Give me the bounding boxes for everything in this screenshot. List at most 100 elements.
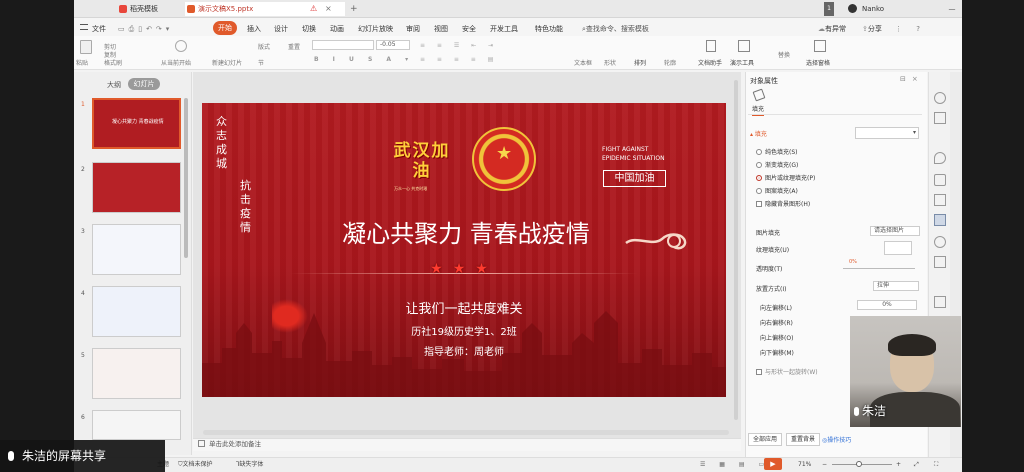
doc-protect-status[interactable]: ⛉文档未保护 bbox=[178, 460, 213, 469]
close-tab-icon[interactable]: × bbox=[325, 2, 332, 16]
canvas-vertical-scrollbar[interactable] bbox=[734, 80, 738, 420]
quick-access-icons[interactable]: ▭⎙▯↶↷▾ bbox=[118, 24, 173, 34]
arrange-button[interactable]: 排列 bbox=[634, 58, 646, 67]
font-size-field[interactable]: -0.05 bbox=[376, 40, 410, 50]
user-name[interactable]: Nanko bbox=[862, 2, 892, 16]
reset-button[interactable]: 重置 bbox=[288, 42, 300, 51]
apply-all-button[interactable]: 全部应用 bbox=[748, 433, 782, 446]
menu-insert[interactable]: 插入 bbox=[247, 24, 261, 34]
font-name-select[interactable] bbox=[312, 40, 374, 50]
zoom-slider[interactable] bbox=[832, 464, 892, 465]
outline-tab[interactable]: 大纲 bbox=[107, 80, 121, 90]
animation-icon[interactable] bbox=[934, 236, 946, 248]
notes-bar[interactable] bbox=[193, 438, 741, 451]
tab-template[interactable]: 稻壳模板 bbox=[118, 2, 178, 16]
offset-left-field[interactable]: 0% bbox=[857, 300, 917, 310]
section-button[interactable]: 节 bbox=[258, 58, 264, 67]
menu-view[interactable]: 视图 bbox=[434, 24, 448, 34]
fill-option-gradient[interactable]: 渐变填充(G) bbox=[756, 160, 798, 169]
fullscreen-button[interactable]: ⛶ bbox=[934, 460, 938, 469]
menu-security[interactable]: 安全 bbox=[462, 24, 476, 34]
menu-special[interactable]: 特色功能 bbox=[535, 24, 563, 34]
slide-thumbnail[interactable] bbox=[92, 410, 181, 440]
fill-option-pattern[interactable]: 图案填充(A) bbox=[756, 186, 798, 195]
zoom-minus-button[interactable]: − bbox=[822, 460, 827, 469]
doc-helper-icon[interactable] bbox=[706, 40, 716, 52]
menu-file[interactable]: 文件 bbox=[92, 24, 106, 34]
layout-button[interactable]: 版式 bbox=[258, 42, 270, 51]
slide-thumbnail[interactable] bbox=[92, 162, 181, 213]
fill-icon[interactable] bbox=[934, 174, 946, 186]
search-box[interactable]: ⌕查找命令、搜索模板 bbox=[582, 24, 649, 34]
fill-section-header[interactable]: ▴ 填充 bbox=[750, 129, 767, 138]
picture-fill-select[interactable]: 请选择图片 bbox=[870, 226, 920, 236]
menu-review[interactable]: 审阅 bbox=[406, 24, 420, 34]
outline-button[interactable]: 轮廓 bbox=[664, 58, 676, 67]
missing-font-status[interactable]: Ꞁ缺失字体 bbox=[236, 460, 263, 469]
menu-animation[interactable]: 动画 bbox=[330, 24, 344, 34]
minimize-button[interactable]: — bbox=[946, 2, 958, 16]
zoom-slider-thumb[interactable] bbox=[856, 461, 862, 467]
tab-document[interactable]: 演示文稿X5.pptx ⚠ × bbox=[185, 2, 345, 16]
replace-button[interactable]: 替换 bbox=[778, 50, 790, 59]
avatar-icon[interactable] bbox=[848, 4, 857, 13]
picture-icon[interactable] bbox=[934, 296, 946, 308]
copy-icon[interactable] bbox=[934, 112, 946, 124]
paste-icon[interactable] bbox=[80, 40, 92, 54]
slide-thumbnail[interactable] bbox=[92, 286, 181, 337]
sync-status[interactable]: ☁有异常 bbox=[818, 24, 846, 34]
slide-thumbnail[interactable] bbox=[92, 224, 181, 275]
menu-developer[interactable]: 开发工具 bbox=[490, 24, 518, 34]
participant-video[interactable]: 朱洁 bbox=[850, 316, 961, 427]
reset-background-button[interactable]: 重置背景 bbox=[786, 433, 820, 446]
view-mode-icons[interactable]: ☰ ▦ ▤ ▭ bbox=[700, 460, 770, 469]
hamburger-icon[interactable] bbox=[80, 24, 88, 30]
canvas-horizontal-scrollbar[interactable] bbox=[203, 430, 729, 435]
slide-thumbnail[interactable] bbox=[92, 348, 181, 399]
shape-icon[interactable] bbox=[934, 194, 946, 206]
panel-controls[interactable]: ⊟× bbox=[900, 75, 924, 83]
slides-tab[interactable]: 幻灯片 bbox=[128, 78, 160, 90]
slideshow-play-button[interactable]: ▶ bbox=[764, 458, 782, 470]
slide-panel-scrollbar[interactable] bbox=[184, 98, 188, 258]
paste-button[interactable]: 粘贴 bbox=[76, 58, 88, 67]
placement-select[interactable]: 拉伸 bbox=[873, 281, 919, 291]
select-pane-icon[interactable] bbox=[814, 40, 826, 52]
fit-window-button[interactable]: ⤢ bbox=[914, 460, 919, 469]
doc-helper-button[interactable]: 文档助手 bbox=[698, 58, 722, 67]
slide-thumbnail[interactable]: 凝心共聚力 青春战疫情 bbox=[92, 98, 181, 149]
texture-fill-select[interactable] bbox=[884, 241, 912, 255]
presentation-tool-button[interactable]: 演示工具 bbox=[730, 58, 754, 67]
menu-transition[interactable]: 切换 bbox=[302, 24, 316, 34]
new-tab-button[interactable]: + bbox=[350, 2, 360, 16]
play-icon[interactable] bbox=[175, 40, 187, 52]
zoom-plus-button[interactable]: + bbox=[896, 460, 901, 469]
property-icon[interactable] bbox=[934, 214, 946, 226]
fill-option-solid[interactable]: 纯色填充(S) bbox=[756, 147, 798, 156]
transparency-slider[interactable] bbox=[843, 268, 915, 269]
presentation-tool-icon[interactable] bbox=[738, 40, 750, 52]
from-current-button[interactable]: 从当前开始 bbox=[161, 58, 191, 67]
select-pane-button[interactable]: 选择窗格 bbox=[806, 58, 830, 67]
textbox-button[interactable]: 文本框 bbox=[574, 58, 592, 67]
paragraph-icons[interactable]: ≡ ≡ ☰ ⇤ ⇥ bbox=[420, 42, 498, 49]
menu-slideshow[interactable]: 幻灯片放映 bbox=[358, 24, 393, 34]
font-style-icons[interactable]: B I U S A ▾ bbox=[314, 56, 414, 63]
new-slide-button[interactable]: 新建幻灯片 bbox=[212, 58, 242, 67]
export-icon[interactable] bbox=[934, 256, 946, 268]
location-icon[interactable] bbox=[934, 152, 946, 164]
zoom-level[interactable]: 71% bbox=[798, 460, 811, 469]
fill-color-select[interactable]: ▾ bbox=[855, 127, 919, 139]
rotate-with-shape-checkbox[interactable]: 与形状一起旋转(W) bbox=[756, 367, 818, 376]
notes-placeholder[interactable]: 单击此处添加备注 bbox=[209, 439, 261, 449]
shape-button[interactable]: 形状 bbox=[604, 58, 616, 67]
more-icons[interactable]: ⋮ ? bbox=[895, 24, 926, 34]
settings-icon[interactable] bbox=[934, 92, 946, 104]
menu-design[interactable]: 设计 bbox=[274, 24, 288, 34]
menu-home[interactable]: 开始 bbox=[213, 21, 237, 35]
share-button[interactable]: ⇪分享 bbox=[862, 24, 882, 34]
main-slide[interactable]: 众志成城 抗击疫情 武汉加油 万众一心 共克时艰 ★ FIGHT AGAINST… bbox=[202, 103, 726, 397]
tips-link[interactable]: ◎操作技巧 bbox=[822, 435, 851, 444]
hide-background-checkbox[interactable]: 隐藏背景图形(H) bbox=[756, 199, 810, 208]
align-icons[interactable]: ≡ ≡ ≡ ≡ ▤ bbox=[420, 56, 498, 63]
